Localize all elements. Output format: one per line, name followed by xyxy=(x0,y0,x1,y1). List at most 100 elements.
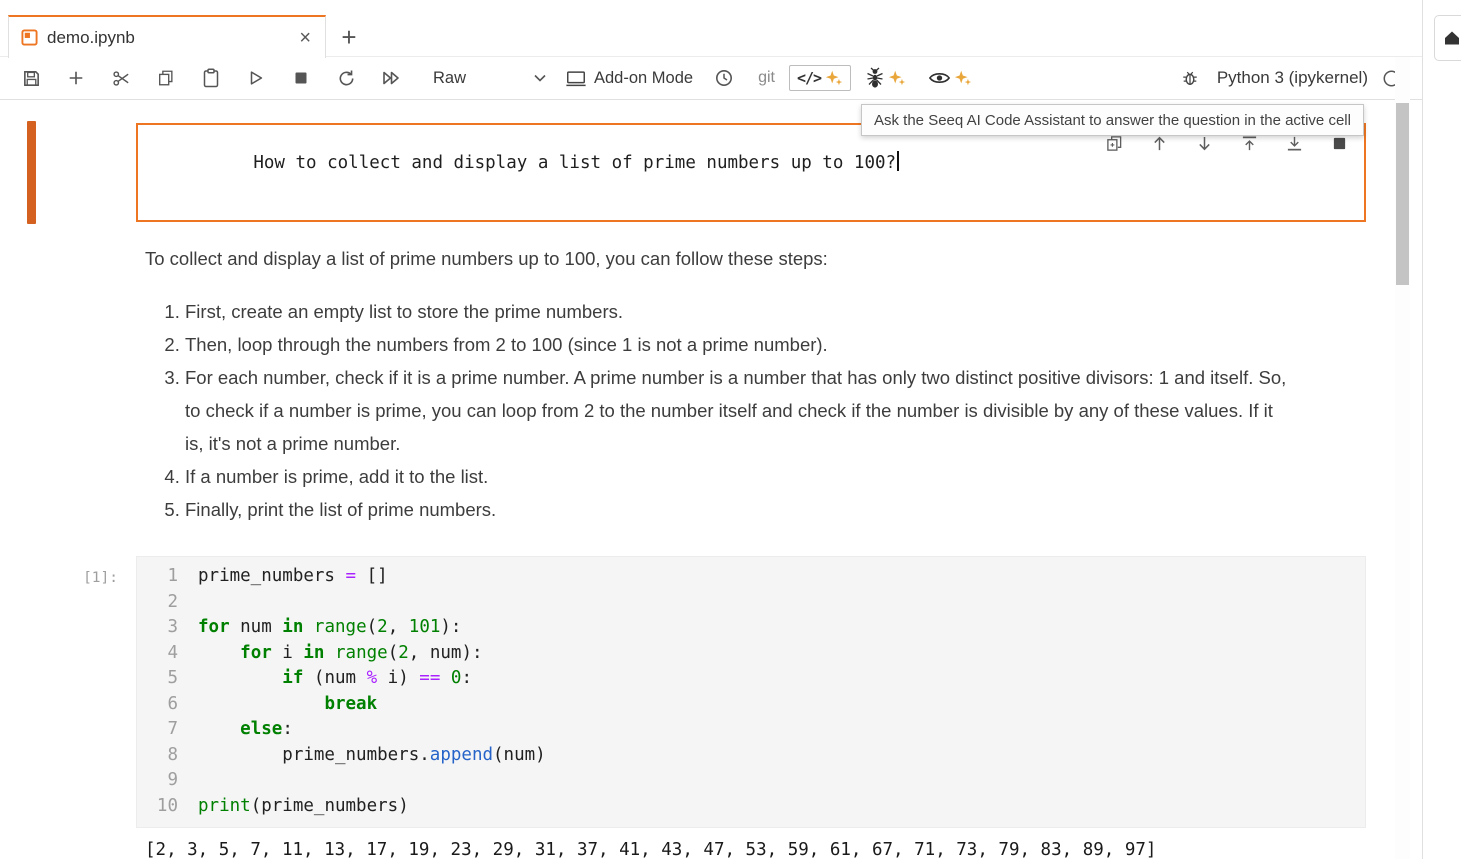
line-number: 4 xyxy=(137,641,198,667)
eye-icon xyxy=(928,68,951,88)
panel-icon xyxy=(1443,30,1461,46)
code-icon: </> xyxy=(797,69,821,87)
git-label[interactable]: git xyxy=(758,69,775,87)
delete-cell-icon xyxy=(1332,136,1347,151)
code-cell-gutter: [1]: xyxy=(0,556,136,828)
active-cell-text: How to collect and display a list of pri… xyxy=(253,153,896,173)
debugger-button[interactable] xyxy=(1175,63,1205,93)
line-number: 6 xyxy=(137,692,198,718)
monitor-icon xyxy=(565,69,587,88)
delete-cell-button[interactable] xyxy=(1330,134,1348,152)
save-icon xyxy=(22,69,41,88)
sparkle-icon xyxy=(888,69,906,87)
clock-icon xyxy=(714,68,734,88)
copy-cells-button[interactable] xyxy=(151,63,181,93)
bug-icon xyxy=(1181,69,1199,87)
line-number: 7 xyxy=(137,717,198,743)
cell-toolbar xyxy=(1105,134,1348,152)
save-button[interactable] xyxy=(16,63,46,93)
cell-type-dropdown[interactable]: Raw xyxy=(433,69,547,88)
run-cell-button[interactable] xyxy=(241,63,271,93)
interrupt-kernel-button[interactable] xyxy=(286,63,316,93)
notebook-icon xyxy=(21,29,38,46)
line-number: 1 xyxy=(137,564,198,590)
insert-cell-below-button[interactable] xyxy=(1285,134,1303,152)
ant-icon xyxy=(865,67,885,89)
markdown-intro: To collect and display a list of prime n… xyxy=(145,242,1293,275)
markdown-output: To collect and display a list of prime n… xyxy=(0,222,1423,526)
active-cell: How to collect and display a list of pri… xyxy=(0,123,1423,222)
tab-close-icon[interactable]: × xyxy=(297,28,313,48)
scrollbar-thumb[interactable] xyxy=(1396,103,1409,285)
duplicate-cell-icon xyxy=(1106,135,1123,152)
addon-mode-button[interactable]: Add-on Mode xyxy=(565,69,693,88)
fast-forward-icon xyxy=(381,68,401,88)
ai-code-assistant-button[interactable]: </> xyxy=(789,65,851,91)
code-line: 2 xyxy=(137,590,1365,616)
line-number: 9 xyxy=(137,768,198,794)
markdown-steps-list: First, create an empty list to store the… xyxy=(145,295,1293,526)
cut-cells-button[interactable] xyxy=(106,63,136,93)
collapsed-sidebar-button[interactable] xyxy=(1434,15,1461,61)
move-cell-down-icon xyxy=(1197,135,1212,152)
kernel-name[interactable]: Python 3 (ipykernel) xyxy=(1217,68,1368,88)
cell-collapser[interactable] xyxy=(27,121,36,224)
toolbar-kernel-group: Python 3 (ipykernel) xyxy=(1175,63,1423,93)
sparkle-icon xyxy=(954,69,972,87)
cell-gutter xyxy=(0,123,136,222)
restart-icon xyxy=(337,69,356,88)
ai-explain-button[interactable] xyxy=(928,68,972,88)
jupyter-app: demo.ipynb × + xyxy=(0,0,1461,859)
cell-type-value: Raw xyxy=(433,69,466,88)
stop-icon xyxy=(293,70,309,86)
insert-cell-above-button[interactable] xyxy=(1240,134,1258,152)
markdown-step-item: If a number is prime, add it to the list… xyxy=(185,460,1293,493)
ai-assistant-tooltip: Ask the Seeq AI Code Assistant to answer… xyxy=(861,104,1364,136)
insert-cell-below-icon xyxy=(1286,135,1303,152)
duplicate-cell-button[interactable] xyxy=(1105,134,1123,152)
insert-cell-button[interactable] xyxy=(61,63,91,93)
code-line: 10print(prime_numbers) xyxy=(137,794,1365,820)
code-lines: 1prime_numbers = []23for num in range(2,… xyxy=(137,564,1365,819)
run-icon xyxy=(247,69,265,87)
line-number: 10 xyxy=(137,794,198,820)
move-cell-down-button[interactable] xyxy=(1195,134,1213,152)
code-line: 5 if (num % i) == 0: xyxy=(137,666,1365,692)
markdown-step-item: For each number, check if it is a prime … xyxy=(185,361,1293,460)
move-cell-up-icon xyxy=(1152,135,1167,152)
restart-run-all-button[interactable] xyxy=(376,63,406,93)
text-cursor xyxy=(897,151,899,171)
sparkle-icon xyxy=(825,69,843,87)
move-cell-up-button[interactable] xyxy=(1150,134,1168,152)
plus-icon xyxy=(67,69,85,87)
notebook-toolbar: Raw Add-on Mode git </> xyxy=(0,57,1423,100)
tab-bar: demo.ipynb × + xyxy=(0,0,1423,57)
tab-demo-ipynb[interactable]: demo.ipynb × xyxy=(8,15,326,58)
code-line: 9 xyxy=(137,768,1365,794)
active-cell-editor[interactable]: How to collect and display a list of pri… xyxy=(136,123,1366,222)
paste-cells-button[interactable] xyxy=(196,63,226,93)
insert-cell-above-icon xyxy=(1241,135,1258,152)
tab-title: demo.ipynb xyxy=(47,28,297,48)
chevron-down-icon xyxy=(533,73,547,83)
code-line: 6 break xyxy=(137,692,1365,718)
history-button[interactable] xyxy=(709,63,739,93)
notebook-panel: How to collect and display a list of pri… xyxy=(0,100,1423,859)
vertical-scrollbar xyxy=(1395,57,1410,859)
code-line: 4 for i in range(2, num): xyxy=(137,641,1365,667)
markdown-step-item: Then, loop through the numbers from 2 to… xyxy=(185,328,1293,361)
code-editor[interactable]: 1prime_numbers = []23for num in range(2,… xyxy=(136,556,1366,828)
line-number: 3 xyxy=(137,615,198,641)
copy-icon xyxy=(157,69,175,87)
addon-mode-label: Add-on Mode xyxy=(594,69,693,88)
ai-debug-assistant-button[interactable] xyxy=(865,67,906,89)
right-panel-divider xyxy=(1422,0,1423,859)
restart-kernel-button[interactable] xyxy=(331,63,361,93)
code-line: 7 else: xyxy=(137,717,1365,743)
cell-output: [2, 3, 5, 7, 11, 13, 17, 19, 23, 29, 31,… xyxy=(136,840,1366,859)
line-number: 5 xyxy=(137,666,198,692)
paste-icon xyxy=(202,68,220,88)
code-line: 3for num in range(2, 101): xyxy=(137,615,1365,641)
new-tab-button[interactable]: + xyxy=(330,18,368,56)
line-number: 8 xyxy=(137,743,198,769)
